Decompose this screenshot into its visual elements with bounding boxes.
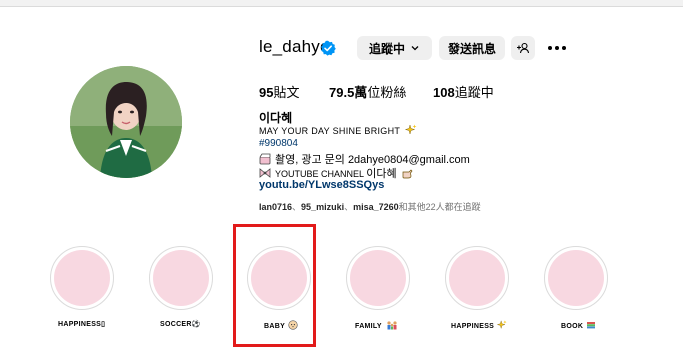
sparkles-emoji-icon: [404, 124, 417, 135]
highlight-label-suffix: ▯: [101, 321, 106, 328]
bio-line-1-text: MAY YOUR DAY SHINE BRIGHT: [259, 126, 401, 136]
highlight-soccer[interactable]: [149, 246, 213, 310]
followers-number: 79.5萬: [329, 85, 368, 100]
posts-label: 貼文: [273, 85, 300, 100]
highlight-label-soccer[interactable]: SOCCER⚽: [160, 320, 201, 328]
highlight-ring: [149, 246, 213, 310]
highlight-cover: [548, 250, 604, 306]
following-label: 追蹤中: [454, 85, 494, 100]
following-button[interactable]: 追蹤中: [357, 36, 432, 60]
highlight-ring: [544, 246, 608, 310]
highlight-label-text: FAMILY: [355, 323, 382, 330]
sparkles-emoji-icon: [497, 320, 507, 329]
highlight-label-family[interactable]: FAMILY: [355, 320, 399, 330]
highlight-label-text: SOCCER: [160, 321, 192, 328]
send-message-button[interactable]: 發送訊息: [439, 36, 505, 60]
following-count[interactable]: 108追蹤中: [433, 82, 494, 101]
avatar-photo: [70, 66, 182, 178]
suggested-accounts-button[interactable]: [511, 36, 535, 60]
highlight-family[interactable]: [346, 246, 410, 310]
add-person-icon: [517, 42, 530, 54]
followed-by-user-2: 95_mizuki: [301, 202, 345, 212]
more-options-icon[interactable]: [547, 40, 567, 56]
highlight-ring: [50, 246, 114, 310]
ribbon-emoji-icon: [259, 168, 271, 178]
highlight-label-happiness[interactable]: HAPPINESS▯: [58, 320, 105, 328]
highlight-ring: [346, 246, 410, 310]
followed-by-rest: 和其他22人都在追蹤: [398, 202, 481, 212]
highlight-label-happiness-2[interactable]: HAPPINESS: [451, 320, 507, 330]
highlight-cover: [350, 250, 406, 306]
followed-by[interactable]: lan0716、95_mizuki、misa_7260和其他22人都在追蹤: [259, 200, 481, 213]
posts-number: 95: [259, 85, 274, 100]
bio-hashtag[interactable]: #990804: [259, 138, 298, 149]
highlight-label-text: HAPPINESS: [58, 321, 102, 328]
followed-by-user-3: misa_7260: [353, 202, 399, 212]
highlight-label-text: BOOK: [561, 323, 584, 330]
highlight-book[interactable]: [544, 246, 608, 310]
highlight-label-text: HAPPINESS: [451, 323, 495, 330]
highlight-cover: [153, 250, 209, 306]
following-button-label: 追蹤中: [368, 41, 405, 56]
posts-count: 95貼文: [259, 82, 299, 101]
window-top-divider: [0, 6, 683, 7]
pointing-hand-emoji-icon: [402, 169, 413, 179]
highlight-happiness-2[interactable]: [445, 246, 509, 310]
highlight-label-suffix: ⚽: [191, 321, 201, 328]
family-emoji-icon: [387, 321, 397, 330]
following-number: 108: [433, 85, 455, 100]
highlight-ring: [445, 246, 509, 310]
profile-avatar[interactable]: [70, 66, 182, 178]
bio-line-1: MAY YOUR DAY SHINE BRIGHT: [259, 124, 417, 136]
followers-label: 位粉絲: [367, 85, 407, 100]
clapperboard-emoji-icon: [259, 153, 271, 165]
followed-by-user-1: lan0716: [259, 202, 293, 212]
send-message-label: 發送訊息: [447, 41, 496, 56]
bio-line-4-small: YOUTUBE CHANNEL: [275, 169, 364, 179]
highlight-label-book[interactable]: BOOK: [561, 320, 596, 330]
chevron-down-icon: [411, 46, 419, 51]
verified-badge-icon: [321, 40, 336, 56]
highlight-selection-box: [233, 224, 316, 347]
highlight-happiness[interactable]: [50, 246, 114, 310]
books-emoji-icon: [587, 322, 596, 329]
bio-link[interactable]: youtu.be/YLwse8SSQys: [259, 179, 384, 191]
highlight-cover: [449, 250, 505, 306]
followers-count[interactable]: 79.5萬位粉絲: [329, 82, 406, 101]
highlight-cover: [54, 250, 110, 306]
